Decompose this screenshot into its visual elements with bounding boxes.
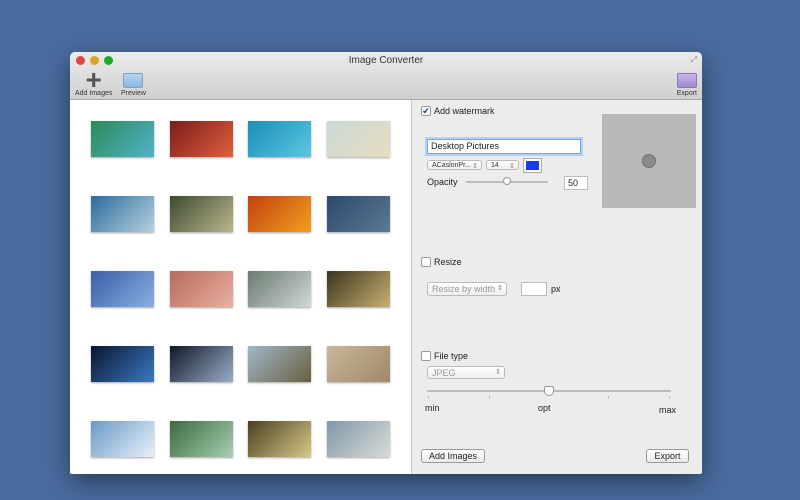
font-select[interactable]: ACaslonPr...	[427, 160, 482, 170]
watermark-text-input[interactable]: Desktop Pictures	[427, 139, 581, 154]
window-title: Image Converter	[348, 55, 424, 66]
toolbar-export-button[interactable]: Export	[677, 70, 697, 97]
opacity-input[interactable]: 50	[564, 176, 588, 190]
watermark-checkbox[interactable]: ✔ Add watermark	[421, 106, 495, 116]
checkbox-box[interactable]	[421, 257, 431, 267]
image-thumbnail[interactable]	[91, 271, 154, 307]
export-button[interactable]: Export	[646, 449, 689, 463]
toolbar-preview-button[interactable]: Preview	[121, 70, 146, 97]
checkbox-box[interactable]	[421, 351, 431, 361]
file-type-checkbox[interactable]: File type	[421, 351, 468, 361]
resize-label: Resize	[434, 257, 462, 267]
settings-panel: ✔ Add watermark Desktop Pictures ACaslon…	[413, 100, 702, 474]
main-window: Image Converter ⤢ + Add Images Preview E…	[70, 52, 702, 474]
image-thumbnail[interactable]	[326, 421, 390, 457]
image-thumbnail[interactable]	[326, 196, 390, 232]
resize-unit-label: px	[551, 284, 561, 294]
watermark-label: Add watermark	[434, 106, 495, 116]
image-thumbnail[interactable]	[248, 271, 311, 307]
plus-icon: +	[85, 64, 102, 95]
image-thumbnail[interactable]	[91, 121, 154, 157]
file-type-label: File type	[434, 351, 469, 361]
image-thumbnail[interactable]	[91, 196, 154, 232]
image-thumbnail[interactable]	[91, 421, 154, 457]
toolbar-add-images-label: Add Images	[75, 90, 113, 97]
image-thumbnail[interactable]	[326, 121, 390, 157]
resize-value-input[interactable]	[521, 282, 547, 296]
color-well[interactable]	[523, 158, 542, 173]
image-thumbnail[interactable]	[91, 346, 154, 382]
resize-checkbox[interactable]: Resize	[421, 257, 462, 267]
folder-icon	[123, 72, 144, 88]
opacity-slider-knob[interactable]	[503, 177, 511, 185]
quality-slider-knob[interactable]	[544, 386, 554, 396]
fullscreen-icon[interactable]: ⤢	[691, 55, 697, 65]
quality-opt-label: opt	[538, 403, 551, 413]
image-thumbnail[interactable]	[248, 196, 311, 232]
file-format-select[interactable]: JPEG	[427, 366, 505, 379]
image-thumbnail[interactable]	[169, 346, 233, 382]
image-thumbnail[interactable]	[169, 421, 233, 457]
preview-dot	[642, 154, 656, 168]
image-grid	[70, 100, 412, 474]
image-thumbnail[interactable]	[248, 346, 311, 382]
image-thumbnail[interactable]	[169, 271, 233, 307]
opacity-label: Opacity	[427, 177, 458, 187]
font-size-select[interactable]: 14	[486, 160, 519, 170]
image-thumbnail[interactable]	[169, 121, 233, 157]
resize-mode-select[interactable]: Resize by width	[427, 282, 507, 296]
toolbar-export-label: Export	[676, 90, 697, 97]
checkbox-box[interactable]: ✔	[421, 106, 431, 116]
image-thumbnail[interactable]	[326, 346, 390, 382]
title-bar: Image Converter ⤢ + Add Images Preview E…	[70, 52, 702, 100]
watermark-preview	[602, 114, 696, 208]
quality-min-label: min	[425, 403, 440, 413]
quality-max-label: max	[659, 405, 677, 415]
image-thumbnail[interactable]	[169, 196, 233, 232]
image-thumbnail[interactable]	[248, 421, 311, 457]
export-folder-icon	[676, 72, 697, 88]
image-thumbnail[interactable]	[326, 271, 390, 307]
toolbar-preview-label: Preview	[121, 90, 146, 97]
toolbar-add-images-button[interactable]: + Add Images	[75, 64, 113, 98]
image-thumbnail[interactable]	[248, 121, 311, 157]
add-images-button[interactable]: Add Images	[421, 449, 485, 463]
